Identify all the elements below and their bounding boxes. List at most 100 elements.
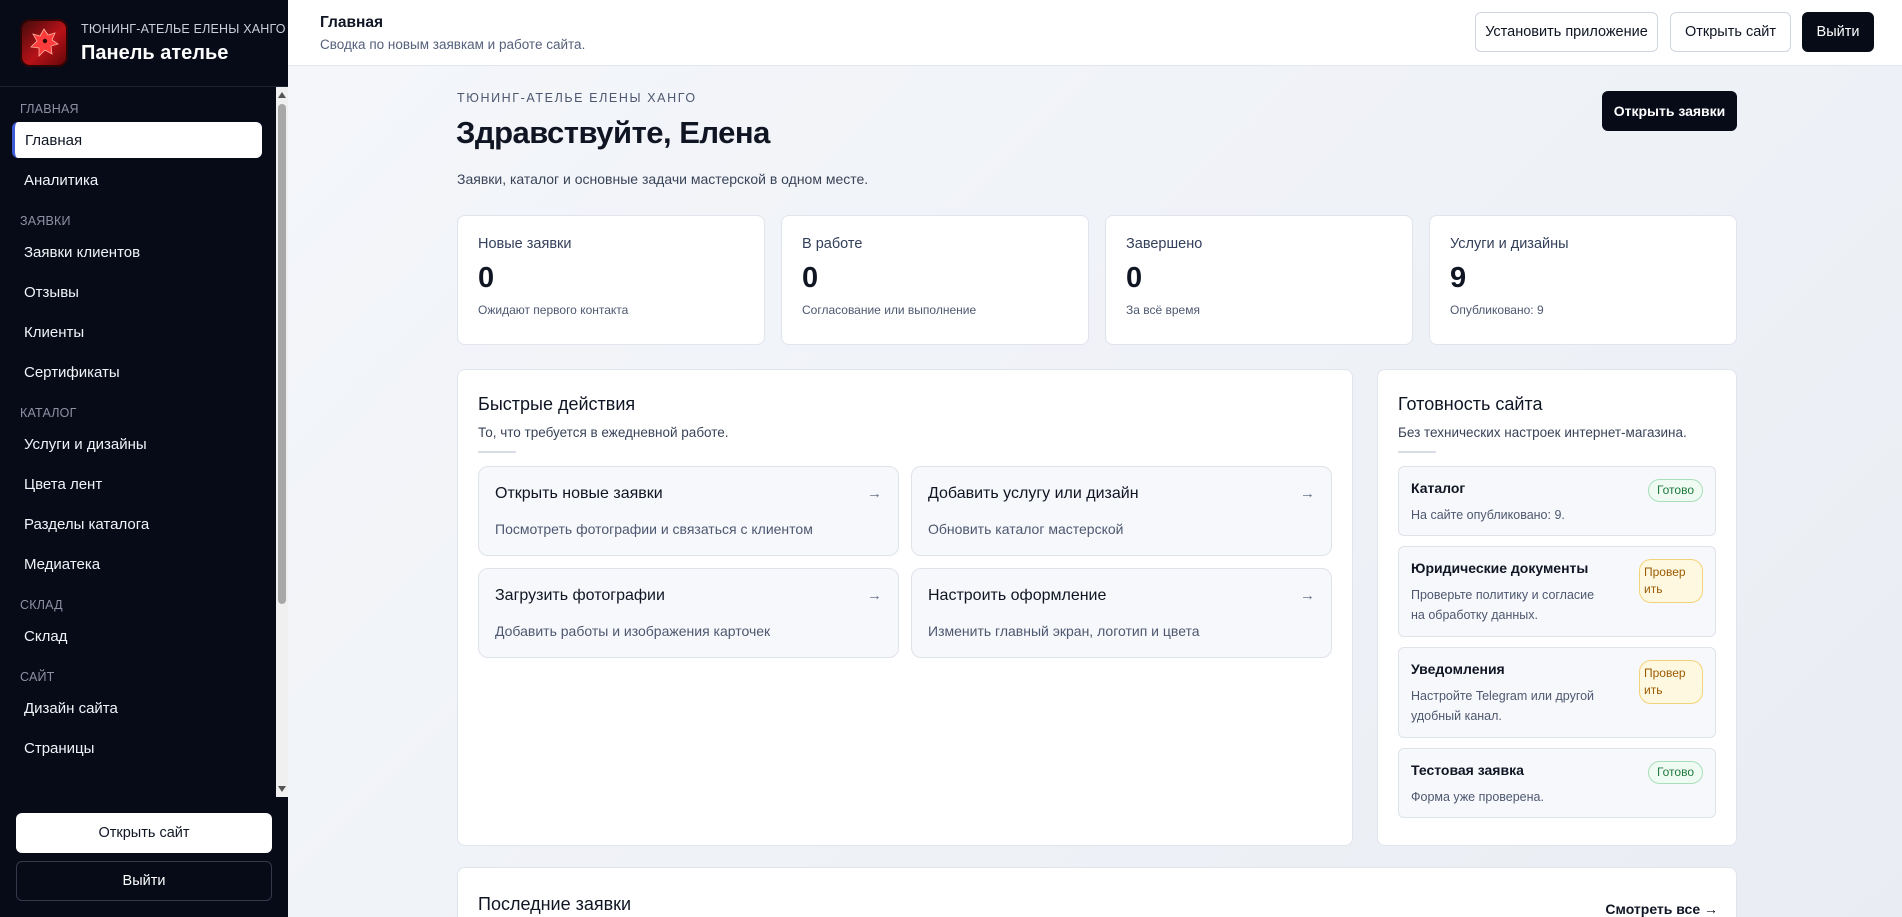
stat-hint: Ожидают первого контакта [478, 303, 629, 317]
action-upload-photos[interactable]: Загрузить фотографии → Добавить работы и… [478, 568, 899, 658]
status-badge: Готово [1647, 761, 1703, 784]
readiness-item-catalog[interactable]: Каталог На сайте опубликовано: 9. Готово [1398, 466, 1716, 536]
nav-section-label: СКЛАД [20, 598, 63, 612]
sidebar-item-warehouse[interactable]: Склад [12, 618, 262, 654]
sidebar-item-home[interactable]: Главная [12, 122, 262, 158]
hero-intro: Заявки, каталог и основные задачи мастер… [457, 171, 869, 187]
quick-actions-title: Быстрые действия [478, 394, 636, 414]
action-open-new-requests[interactable]: Открыть новые заявки → Посмотреть фотогр… [478, 466, 899, 556]
sidebar-open-site-button[interactable]: Открыть сайт [16, 813, 272, 853]
view-all-link[interactable]: Смотреть все → [1605, 901, 1718, 917]
stat-card-completed: Завершено 0 За всё время [1105, 215, 1413, 345]
divider [1398, 451, 1436, 453]
sidebar-item-site-design[interactable]: Дизайн сайта [12, 690, 262, 726]
sidebar: ТЮНИНГ-АТЕЛЬЕ ЕЛЕНЫ ХАНГО Панель ателье … [0, 0, 288, 917]
stat-card-new-requests: Новые заявки 0 Ожидают первого контакта [457, 215, 765, 345]
readiness-item-title: Юридические документы [1411, 560, 1589, 576]
readiness-item-test-request[interactable]: Тестовая заявка Форма уже проверена. Гот… [1398, 748, 1716, 818]
quick-actions-subtitle: То, что требуется в ежедневной работе. [478, 425, 729, 440]
sidebar-item-certificates[interactable]: Сертификаты [12, 354, 262, 390]
sidebar-item-analytics[interactable]: Аналитика [12, 162, 262, 198]
stat-hint: Опубликовано: 9 [1450, 303, 1544, 317]
action-subtitle: Добавить работы и изображения карточек [495, 623, 771, 639]
readiness-item-subtitle: Форма уже проверена. [1411, 790, 1544, 804]
readiness-item-legal-docs[interactable]: Юридические документы Проверьте политику… [1398, 546, 1716, 637]
sidebar-nav: ГЛАВНАЯ Главная Аналитика ЗАЯВКИ Заявки … [0, 87, 276, 797]
greeting-heading: Здравствуйте, Елена [456, 115, 770, 150]
readiness-item-subtitle: На сайте опубликовано: 9. [1411, 508, 1565, 522]
latest-requests-card: Последние заявки Смотреть все → [457, 867, 1737, 917]
dragon-logo-icon [20, 19, 68, 67]
brand: ТЮНИНГ-АТЕЛЬЕ ЕЛЕНЫ ХАНГО Панель ателье [0, 0, 288, 87]
nav-section-label: КАТАЛОГ [20, 406, 77, 420]
readiness-item-subtitle: Настройте Telegram или другой удобный ка… [1411, 689, 1595, 723]
scroll-up-icon[interactable] [278, 92, 286, 98]
arrow-right-icon: → [867, 587, 882, 604]
stat-label: Услуги и дизайны [1450, 236, 1569, 252]
stat-value: 0 [478, 262, 495, 294]
arrow-right-icon: → [1300, 485, 1315, 502]
action-customize-design[interactable]: Настроить оформление → Изменить главный … [911, 568, 1332, 658]
quick-actions-card: Быстрые действия То, что требуется в еже… [457, 369, 1353, 846]
stat-label: Завершено [1126, 236, 1203, 252]
stat-hint: За всё время [1126, 303, 1200, 317]
action-title: Загрузить фотографии [495, 587, 665, 604]
readiness-item-subtitle: Проверьте политику и согласие на обработ… [1411, 588, 1595, 622]
arrow-right-icon: → [867, 485, 882, 502]
action-add-service[interactable]: Добавить услугу или дизайн → Обновить ка… [911, 466, 1332, 556]
sidebar-logout-button[interactable]: Выйти [16, 861, 272, 901]
sidebar-item-catalog-sections[interactable]: Разделы каталога [12, 506, 262, 542]
readiness-subtitle: Без технических настроек интернет-магази… [1398, 425, 1687, 440]
page-title: Главная [320, 14, 384, 31]
scrollbar-thumb[interactable] [278, 104, 286, 604]
sidebar-footer: Открыть сайт Выйти [16, 813, 272, 909]
action-title: Настроить оформление [928, 587, 1107, 604]
status-badge: Провер ить [1639, 660, 1703, 704]
main-content: ТЮНИНГ-АТЕЛЬЕ ЕЛЕНЫ ХАНГО Здравствуйте, … [288, 66, 1902, 917]
readiness-item-title: Уведомления [1411, 661, 1505, 677]
open-requests-button[interactable]: Открыть заявки [1602, 91, 1737, 131]
action-title: Добавить услугу или дизайн [928, 485, 1139, 502]
logout-button[interactable]: Выйти [1802, 12, 1874, 52]
status-badge: Готово [1647, 479, 1703, 502]
stat-value: 0 [802, 262, 819, 294]
site-readiness-card: Готовность сайта Без технических настрое… [1377, 369, 1737, 846]
readiness-title: Готовность сайта [1398, 394, 1543, 414]
install-app-button[interactable]: Установить приложение [1475, 12, 1658, 52]
status-badge: Провер ить [1639, 559, 1703, 603]
sidebar-item-ribbon-colors[interactable]: Цвета лент [12, 466, 262, 502]
readiness-item-title: Тестовая заявка [1411, 762, 1524, 778]
sidebar-item-media-library[interactable]: Медиатека [12, 546, 262, 582]
page-subtitle: Сводка по новым заявкам и работе сайта. [320, 37, 586, 52]
readiness-item-title: Каталог [1411, 480, 1466, 496]
nav-section-label: САЙТ [20, 670, 55, 684]
open-site-button[interactable]: Открыть сайт [1670, 12, 1791, 52]
divider [478, 451, 516, 453]
brand-title: Панель ателье [81, 41, 229, 64]
stat-value: 0 [1126, 262, 1143, 294]
arrow-right-icon: → [1300, 587, 1315, 604]
sidebar-item-client-requests[interactable]: Заявки клиентов [12, 234, 262, 270]
sidebar-item-pages[interactable]: Страницы [12, 730, 262, 766]
hero-eyebrow: ТЮНИНГ-АТЕЛЬЕ ЕЛЕНЫ ХАНГО [457, 91, 697, 105]
stat-card-services: Услуги и дизайны 9 Опубликовано: 9 [1429, 215, 1737, 345]
readiness-item-notifications[interactable]: Уведомления Настройте Telegram или друго… [1398, 647, 1716, 738]
stat-hint: Согласование или выполнение [802, 303, 977, 317]
sidebar-item-services[interactable]: Услуги и дизайны [12, 426, 262, 462]
nav-section-label: ЗАЯВКИ [20, 214, 71, 228]
action-title: Открыть новые заявки [495, 485, 663, 502]
nav-section-label: ГЛАВНАЯ [20, 102, 79, 116]
sidebar-item-clients[interactable]: Клиенты [12, 314, 262, 350]
stat-value: 9 [1450, 262, 1467, 294]
stat-label: Новые заявки [478, 236, 572, 252]
latest-requests-title: Последние заявки [478, 894, 632, 914]
scroll-down-icon[interactable] [278, 786, 286, 792]
stat-label: В работе [802, 236, 863, 252]
sidebar-item-reviews[interactable]: Отзывы [12, 274, 262, 310]
sidebar-scrollbar[interactable] [276, 87, 288, 797]
action-subtitle: Посмотреть фотографии и связаться с клие… [495, 521, 813, 537]
brand-subtitle: ТЮНИНГ-АТЕЛЬЕ ЕЛЕНЫ ХАНГО [81, 21, 286, 36]
action-subtitle: Изменить главный экран, логотип и цвета [928, 623, 1200, 639]
action-subtitle: Обновить каталог мастерской [928, 521, 1124, 537]
top-header: Главная Сводка по новым заявкам и работе… [288, 0, 1902, 66]
